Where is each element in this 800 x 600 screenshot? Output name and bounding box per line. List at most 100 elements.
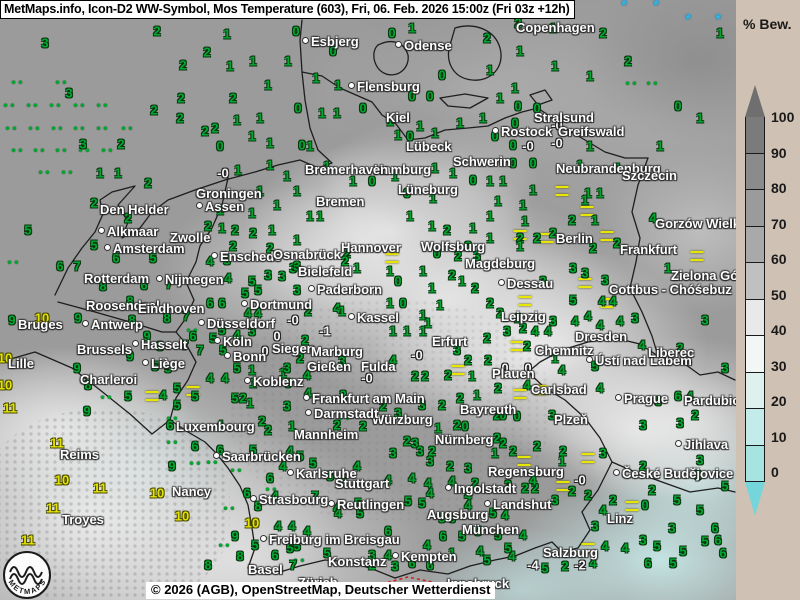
- city-marker-icon: [492, 127, 499, 134]
- temp-value: 6: [439, 529, 446, 544]
- temp-value: 0: [509, 138, 516, 153]
- temp-value: 1: [596, 186, 603, 201]
- temp-value: 0: [399, 296, 406, 311]
- temp-value: 5: [90, 238, 97, 253]
- temp-value: 7: [196, 343, 203, 358]
- city-label: Darmstadt: [305, 406, 378, 421]
- drizzle-icon: ●●: [121, 124, 135, 133]
- title-bar: MetMaps.info, Icon-D2 WW-Symbol, Mos Tem…: [0, 0, 575, 19]
- temp-value: 5: [483, 553, 490, 568]
- temp-value: 7: [73, 259, 80, 274]
- temp-value: 1: [519, 198, 526, 213]
- temp-value: 2: [533, 439, 540, 454]
- temp-value: 2: [691, 408, 698, 423]
- city-label: Regensburg: [488, 464, 564, 479]
- temp-value: 1: [586, 139, 593, 154]
- city-label: Schwerin: [453, 154, 511, 169]
- city-label: Nijmegen: [156, 272, 224, 287]
- temp-value: 2: [443, 223, 450, 238]
- temp-value: 1: [273, 198, 280, 213]
- legend-title: % Bew.: [743, 16, 792, 32]
- city-label: Liège: [142, 356, 185, 371]
- temp-value: 1: [223, 27, 230, 42]
- temp-value: 11: [3, 401, 17, 416]
- temp-value: 3: [601, 273, 608, 288]
- legend-tick-label: 10: [771, 429, 787, 445]
- city-label: Siegen: [272, 341, 315, 356]
- city-label: Brussels: [77, 342, 132, 357]
- temp-value: 2: [648, 483, 655, 498]
- city-marker-icon: [104, 244, 111, 251]
- temp-value: 6: [191, 439, 198, 454]
- city-label: Bonn: [224, 349, 266, 364]
- temp-value: 1: [389, 324, 396, 339]
- temp-value: 1: [218, 221, 225, 236]
- map-canvas[interactable]: ●●●●●●●●●●●●●●●●●●●●●●●●●●●●●●●●●●●●●●●●…: [0, 0, 737, 600]
- city-label: Kempten: [392, 549, 457, 564]
- temp-value: 5: [404, 494, 411, 509]
- temp-value: 2: [471, 281, 478, 296]
- temp-value: 0: [292, 24, 299, 39]
- city-label: Flensburg: [348, 79, 420, 94]
- city-label: Eindhoven: [138, 301, 204, 316]
- temp-value: 2: [144, 176, 151, 191]
- drizzle-icon: ●●: [3, 101, 17, 110]
- temp-value: 1: [338, 304, 345, 319]
- legend-segment: [745, 336, 765, 373]
- city-label: České Budějovice: [613, 466, 733, 481]
- city-label: Kassel: [348, 310, 399, 325]
- temp-value: 2: [483, 31, 490, 46]
- temp-value: 1: [283, 169, 290, 184]
- drizzle-icon: ●●: [33, 146, 47, 155]
- city-label: Copenhagen: [516, 20, 595, 35]
- temp-value: 3: [389, 446, 396, 461]
- city-label: Lüneburg: [398, 182, 458, 197]
- drizzle-icon: ●●: [218, 541, 232, 550]
- temp-value: 1: [293, 184, 300, 199]
- city-label: Lübeck: [406, 139, 452, 154]
- temp-value: 3: [416, 444, 423, 459]
- city-label: Odense: [395, 38, 452, 53]
- temp-value: 1: [473, 388, 480, 403]
- temp-value: 4: [596, 381, 603, 396]
- temp-value: 4: [584, 309, 591, 324]
- city-marker-icon: [287, 469, 294, 476]
- temp-value: 2: [483, 331, 490, 346]
- temp-value: 2: [494, 381, 501, 396]
- city-label: Kiel: [386, 110, 410, 125]
- temp-value: 3: [551, 493, 558, 508]
- temp-value: 10: [55, 473, 69, 488]
- city-marker-icon: [214, 337, 221, 344]
- temp-value: 0: [359, 101, 366, 116]
- temp-value: 1: [266, 136, 273, 151]
- city-label: Nancy: [172, 484, 211, 499]
- temp-value: 9: [83, 404, 90, 419]
- drizzle-icon: ●●: [11, 78, 25, 87]
- temp-value: 3: [676, 416, 683, 431]
- city-label: Amsterdam: [104, 241, 185, 256]
- temp-value: 4: [616, 314, 623, 329]
- city-label: Freiburg im Breisgau: [260, 532, 400, 547]
- city-label: Gorzów Wielkopolski: [655, 216, 737, 231]
- temp-value: 1: [494, 194, 501, 209]
- temp-value: 3: [65, 86, 72, 101]
- temp-value: 3: [293, 283, 300, 298]
- city-label: Chemnitz: [535, 343, 594, 358]
- city-label: Augsburg: [427, 507, 488, 522]
- temp-value: 3: [599, 446, 606, 461]
- temp-value: 6: [166, 418, 173, 433]
- city-marker-icon: [392, 552, 399, 559]
- haze-icon: [146, 391, 159, 401]
- city-marker-icon: [98, 227, 105, 234]
- temp-value: 1: [256, 111, 263, 126]
- legend-segment: [745, 117, 765, 154]
- temp-value: 0: [438, 68, 445, 83]
- temp-value: 0: [514, 99, 521, 114]
- city-label: Gießen: [307, 359, 351, 374]
- temp-value: 0: [394, 274, 401, 289]
- city-marker-icon: [328, 500, 335, 507]
- temp-value: 2: [523, 339, 530, 354]
- temp-value: 3: [591, 519, 598, 534]
- city-label: Szczecin: [622, 168, 677, 183]
- haze-icon: [601, 231, 614, 241]
